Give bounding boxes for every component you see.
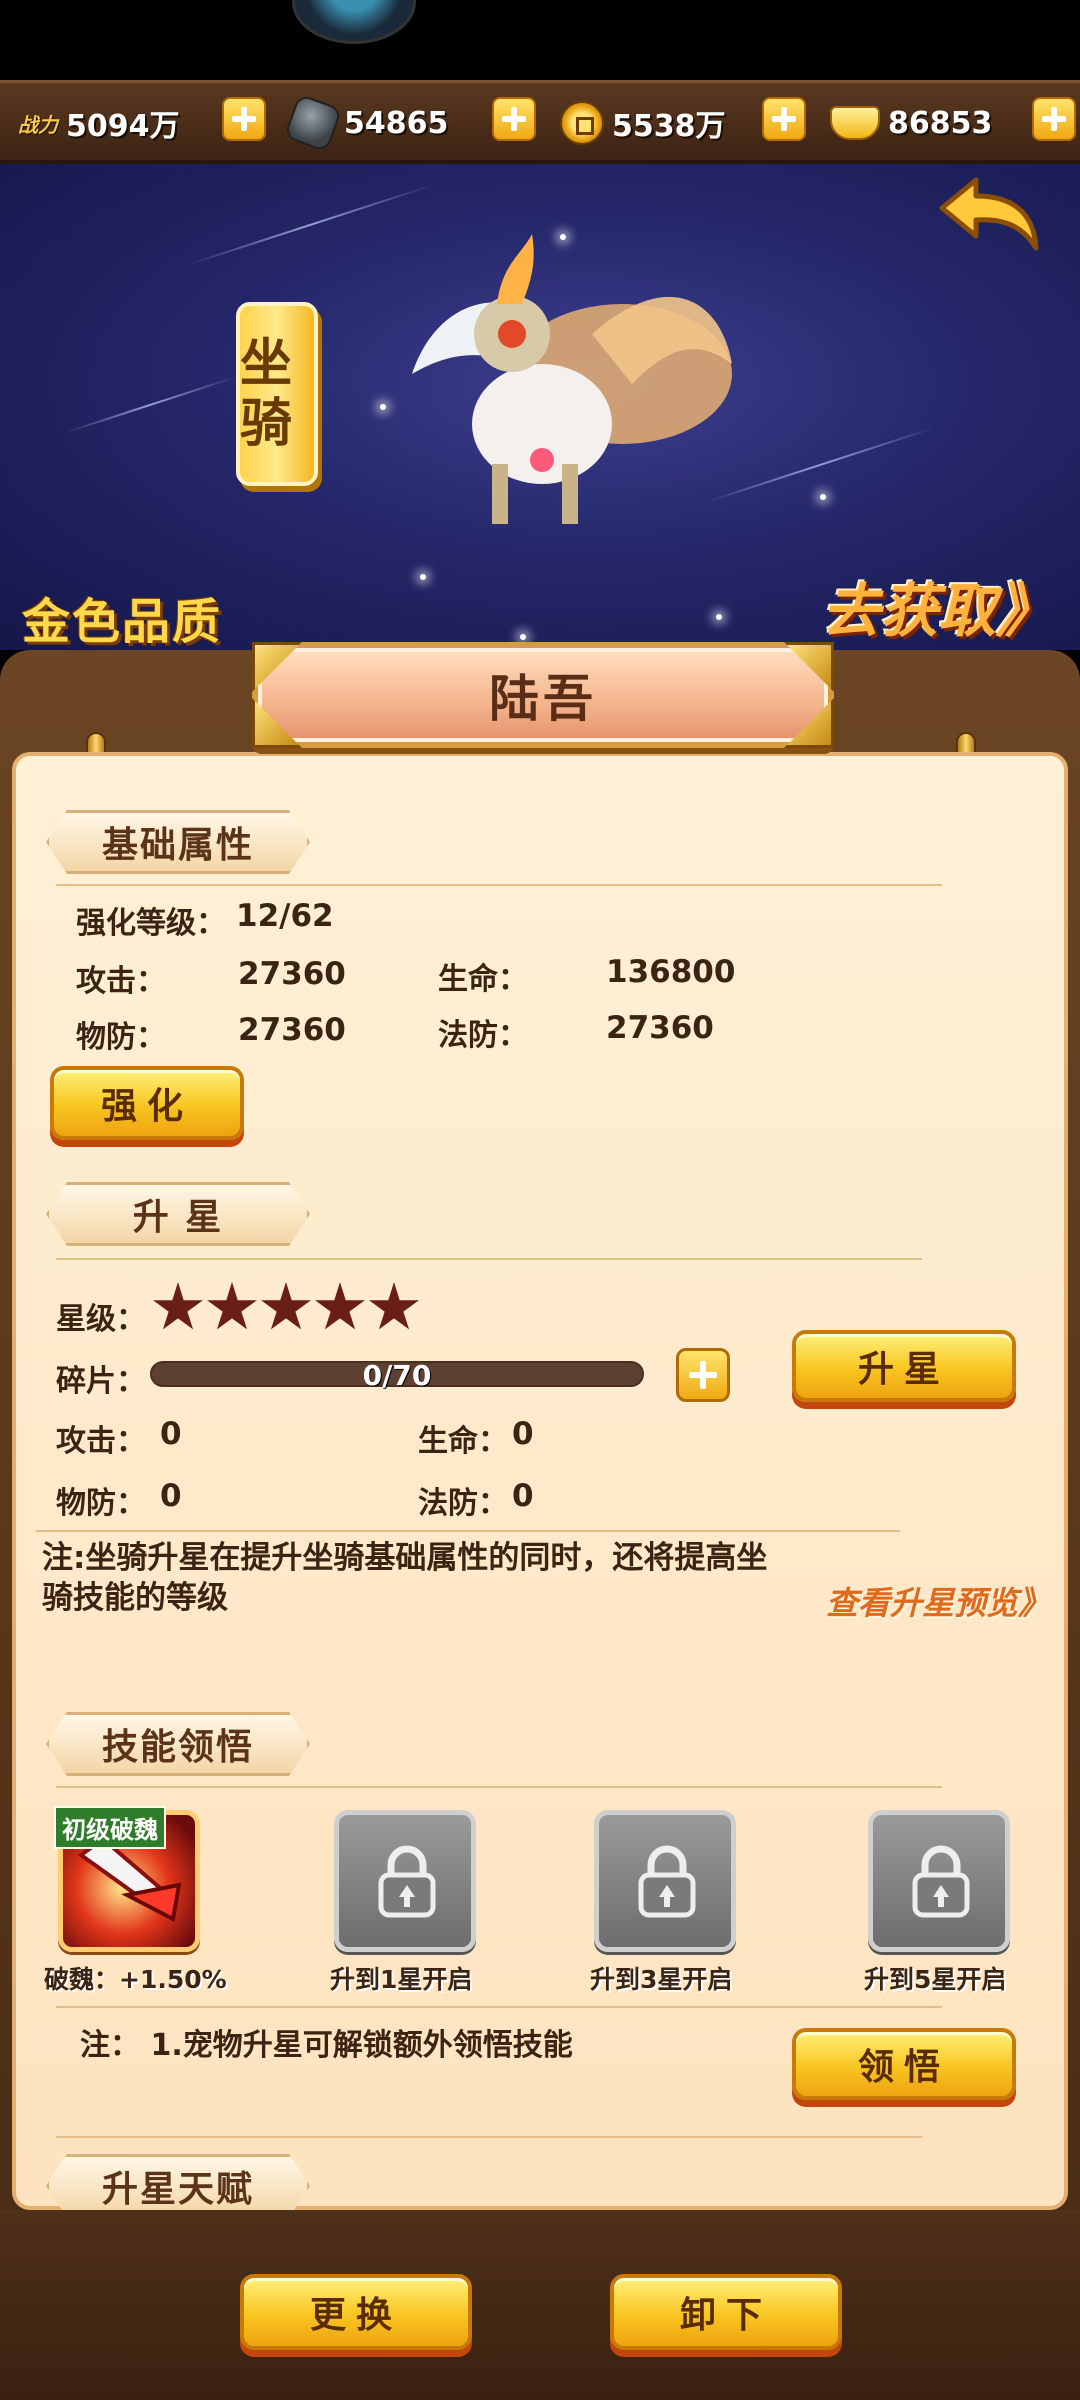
quality-label: 金色品质 [22, 594, 223, 650]
power-resource: 战力 5094万 [18, 95, 180, 151]
back-arrow-icon[interactable] [936, 174, 1046, 254]
section-basic-attributes: 基础属性 [46, 810, 310, 874]
star-mdef-label: 法防： [418, 1486, 508, 1521]
skill-slot-2[interactable] [334, 1810, 476, 1952]
star-hp-value: 0 [512, 1416, 534, 1452]
mount-scene: 坐骑 金色品质 去获取》 [0, 164, 1080, 650]
section-title: 升 星 [132, 1197, 224, 1238]
category-label: 坐骑 [240, 334, 293, 454]
change-mount-button[interactable]: 更换 [240, 2274, 472, 2350]
star-attack-value: 0 [160, 1416, 182, 1452]
skill-caption: 升到3星开启 [590, 1965, 733, 1994]
sparkle [520, 634, 526, 640]
ingot-icon [830, 106, 880, 140]
divider [56, 2006, 942, 2008]
divider [56, 1258, 922, 1260]
ore-value: 54865 [344, 105, 449, 141]
divider [36, 1530, 900, 1532]
star-pdef-label: 物防： [56, 1486, 146, 1521]
lock-icon [378, 1845, 436, 1918]
sparkle [820, 494, 826, 500]
bottom-action-bar [0, 2210, 1080, 2400]
skill-slot-4[interactable] [868, 1810, 1010, 1952]
star-pdef-value: 0 [160, 1478, 182, 1514]
enhance-button[interactable]: 强化 [50, 1066, 244, 1140]
power-label: 战力 [18, 112, 58, 137]
mount-figure [412, 234, 732, 524]
star-attack-label: 攻击： [56, 1424, 146, 1459]
ore-resource: 54865 [283, 93, 449, 153]
star-level-label: 星级： [56, 1302, 146, 1337]
divider [56, 2136, 922, 2138]
coin-icon [560, 101, 604, 145]
enhance-button-label: 强化 [100, 1086, 193, 1127]
ore-icon [283, 93, 343, 153]
mount-name-plate: 陆吾 [252, 642, 834, 748]
star-hp-label: 生命： [418, 1424, 508, 1459]
pdef-label: 物防： [76, 1020, 166, 1055]
star-preview-link[interactable]: 查看升星预览》 [826, 1578, 1050, 1624]
sparkle [716, 614, 722, 620]
hp-label: 生命： [438, 962, 528, 997]
mdef-value: 27360 [606, 1010, 714, 1046]
shard-label: 碎片： [56, 1364, 146, 1399]
comprehend-button[interactable]: 领悟 [792, 2028, 1016, 2100]
attack-label: 攻击： [76, 964, 166, 999]
resource-bar: 战力 5094万 54865 5538万 86853 [0, 80, 1080, 164]
unequip-button-label: 卸下 [679, 2295, 772, 2336]
light-streak [64, 376, 236, 434]
add-ore-button[interactable] [492, 97, 536, 141]
pdef-value: 27360 [238, 1012, 346, 1048]
add-ingot-button[interactable] [1032, 97, 1076, 141]
change-button-label: 更换 [309, 2295, 402, 2336]
section-title: 基础属性 [101, 825, 254, 866]
lock-icon [638, 1845, 696, 1918]
hp-value: 136800 [606, 954, 736, 990]
star-upgrade-button[interactable]: 升星 [792, 1330, 1016, 1402]
skill-caption: 升到1星开启 [330, 1965, 473, 1994]
section-skills: 技能领悟 [46, 1712, 310, 1776]
sparkle [380, 404, 386, 410]
unequip-button[interactable]: 卸下 [610, 2274, 842, 2350]
divider [56, 1786, 942, 1788]
add-power-button[interactable] [222, 97, 266, 141]
section-title: 升星天赋 [101, 2169, 254, 2210]
skills-note: 注： 1.宠物升星可解锁额外领悟技能 [80, 2028, 573, 2063]
attack-value: 27360 [238, 956, 346, 992]
mdef-label: 法防： [438, 1018, 528, 1053]
star-upgrade-note: 注:坐骑升星在提升坐骑基础属性的同时，还将提高坐骑技能的等级 [42, 1540, 768, 1616]
shard-progress-text: 0/70 [362, 1359, 432, 1392]
enhance-level-value: 12/62 [236, 898, 334, 934]
obtain-link[interactable]: 去获取》 [822, 564, 1054, 648]
coin-resource: 5538万 [560, 95, 726, 151]
divider [56, 884, 942, 886]
star-upgrade-button-label: 升星 [857, 1349, 950, 1390]
power-value: 5094万 [66, 109, 180, 144]
star-mdef-value: 0 [512, 1478, 534, 1514]
section-title: 技能领悟 [101, 1727, 254, 1768]
comprehend-button-label: 领悟 [857, 2047, 950, 2088]
skill-tag: 初级破魏 [54, 1806, 166, 1849]
shard-progress-bar: 0/70 [150, 1359, 644, 1392]
sparkle [420, 574, 426, 580]
section-star-upgrade: 升 星 [46, 1182, 310, 1246]
add-shard-button[interactable] [676, 1348, 730, 1402]
lock-icon [912, 1845, 970, 1918]
avatar [292, 0, 416, 44]
coin-value: 5538万 [612, 109, 726, 144]
skill-caption: 升到5星开启 [864, 1965, 1007, 1994]
section-star-talent: 升星天赋 [46, 2154, 310, 2218]
category-tag: 坐骑 [236, 302, 318, 486]
mount-name: 陆吾 [489, 670, 597, 728]
status-bar [0, 0, 1080, 80]
skill-caption: 破魏：+1.50% [44, 1965, 227, 1994]
ingot-resource: 86853 [830, 95, 992, 151]
enhance-level-label: 强化等级： [76, 906, 226, 941]
skill-slot-3[interactable] [594, 1810, 736, 1952]
add-coin-button[interactable] [762, 97, 806, 141]
ingot-value: 86853 [888, 105, 993, 141]
